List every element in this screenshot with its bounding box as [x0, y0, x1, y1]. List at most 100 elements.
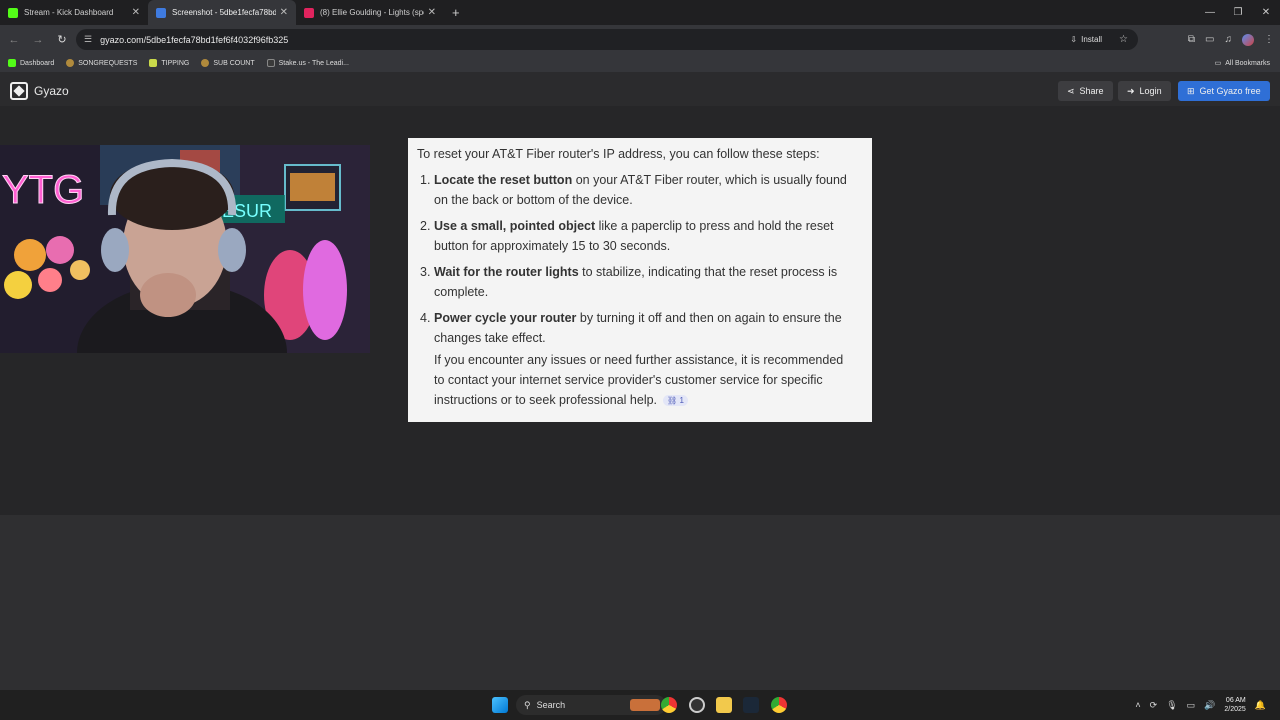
login-button[interactable]: ➜ Login: [1118, 81, 1171, 101]
microphone-icon[interactable]: 🎙: [1166, 700, 1177, 711]
windows-taskbar: ⚲ Search ˄ ⟳ 🎙 ▭ 🔊 06 AM 2/2025 🔔: [0, 690, 1280, 720]
get-gyazo-free-button[interactable]: ⊞ Get Gyazo free: [1178, 81, 1270, 101]
share-label: Share: [1079, 86, 1104, 96]
install-label: Install: [1081, 35, 1102, 44]
address-bar[interactable]: ☰ gyazo.com/5dbe1fecfa78bd1fef6f4032f96f…: [76, 29, 1138, 50]
steam-icon[interactable]: [743, 697, 759, 713]
back-icon[interactable]: ←: [2, 34, 26, 46]
chevron-up-icon[interactable]: ˄: [1135, 700, 1140, 710]
gyazo-header: Gyazo ⋖ Share ➜ Login ⊞ Get Gyazo free: [0, 76, 1280, 107]
site-info-icon[interactable]: ☰: [84, 34, 92, 45]
volume-icon[interactable]: 🔊: [1204, 700, 1215, 711]
forward-icon[interactable]: →: [26, 34, 50, 46]
display-icon[interactable]: ▭: [1187, 700, 1196, 711]
tab-title: Screenshot - 5dbe1fecfa78bd1f: [172, 8, 276, 17]
search-label: Search: [536, 700, 566, 710]
step-number: 4.: [420, 311, 431, 325]
browser-toolbar: ← → ↻ ☰ gyazo.com/5dbe1fecfa78bd1fef6f40…: [0, 25, 1280, 54]
page-below-area: [0, 515, 1280, 690]
reload-icon[interactable]: ↻: [50, 33, 74, 46]
all-bookmarks-label: All Bookmarks: [1225, 59, 1270, 67]
menu-icon[interactable]: ⋮: [1264, 34, 1274, 45]
link-icon: ⛓: [667, 396, 680, 406]
download-icon: ⊞: [1187, 85, 1195, 96]
kick-icon: [8, 59, 16, 67]
close-window-icon[interactable]: ✕: [1252, 0, 1280, 25]
extensions-icon[interactable]: ⧉: [1188, 34, 1195, 45]
gyazo-logo-icon: [10, 82, 28, 100]
intro-text: To reset your AT&T Fiber router's IP add…: [417, 147, 820, 161]
taskbar-clock[interactable]: 06 AM 2/2025: [1224, 696, 1245, 714]
taskbar-search[interactable]: ⚲ Search: [516, 695, 666, 715]
step-text: Wait for the router lights to stabilize,…: [434, 262, 864, 302]
screenshot-image: To reset your AT&T Fiber router's IP add…: [408, 138, 872, 422]
close-tab-icon[interactable]: ✕: [428, 7, 436, 18]
close-tab-icon[interactable]: ✕: [280, 7, 288, 18]
notification-icon[interactable]: 🔔: [1255, 700, 1266, 711]
tab-gyazo-screenshot[interactable]: Screenshot - 5dbe1fecfa78bd1f ✕: [148, 0, 296, 25]
webcam-scene: YTG EESUR: [0, 145, 370, 353]
gyazo-favicon-icon: [156, 7, 166, 18]
login-label: Login: [1139, 86, 1162, 96]
search-icon: ⚲: [524, 699, 531, 710]
profile-avatar[interactable]: [1242, 33, 1254, 46]
gyazo-logo[interactable]: Gyazo: [10, 82, 69, 100]
step-heading: Wait for the router lights: [434, 265, 579, 279]
bookmark-label: Dashboard: [20, 59, 55, 67]
chrome-profile-icon[interactable]: [771, 697, 787, 713]
step-number: 1.: [420, 173, 431, 187]
share-button[interactable]: ⋖ Share: [1058, 81, 1113, 101]
step-text: Power cycle your router by turning it of…: [434, 308, 864, 348]
media-controls-icon[interactable]: ♫: [1225, 34, 1233, 45]
install-button[interactable]: ⇩ Install: [1070, 35, 1102, 44]
network-sync-icon[interactable]: ⟳: [1150, 700, 1158, 711]
citation-number: 1: [679, 396, 684, 406]
tab-kick-dashboard[interactable]: Stream - Kick Dashboard ✕: [0, 0, 148, 25]
side-panel-icon[interactable]: ▭: [1205, 34, 1214, 45]
get-gyazo-label: Get Gyazo free: [1199, 86, 1261, 96]
bookmark-stake[interactable]: Stake.us - The Leadi...: [266, 59, 349, 67]
all-bookmarks-button[interactable]: ▭ All Bookmarks: [1215, 59, 1270, 68]
bookmark-sub-count[interactable]: SUB COUNT: [201, 59, 255, 67]
file-explorer-icon[interactable]: [716, 697, 732, 713]
step-text: Locate the reset button on your AT&T Fib…: [434, 170, 864, 210]
tab-strip: Stream - Kick Dashboard ✕ Screenshot - 5…: [0, 0, 1280, 25]
install-icon: ⇩: [1070, 35, 1078, 44]
windows-start-icon[interactable]: [492, 697, 508, 713]
url-text: gyazo.com/5dbe1fecfa78bd1fef6f4032f96fb3…: [100, 34, 289, 45]
citation-badge: ⛓ 1: [663, 395, 688, 407]
login-icon: ➜: [1127, 85, 1135, 96]
bookmark-songrequests[interactable]: SONGREQUESTS: [66, 59, 137, 67]
tab-title: (8) Ellie Goulding - Lights (spee: [320, 8, 424, 17]
obs-icon[interactable]: [689, 697, 705, 713]
clock-time: 06 AM: [1225, 697, 1246, 704]
bookmark-label: SUB COUNT: [213, 59, 255, 67]
window-controls: — ❐ ✕: [1196, 0, 1280, 25]
minimize-icon[interactable]: —: [1196, 0, 1224, 25]
clock-date: 2/2025: [1224, 706, 1246, 713]
restore-icon[interactable]: ❐: [1224, 0, 1252, 25]
share-icon: ⋖: [1067, 85, 1075, 96]
tab-youtube[interactable]: (8) Ellie Goulding - Lights (spee ✕: [296, 0, 444, 25]
bookmark-label: Stake.us - The Leadi...: [278, 59, 349, 67]
new-tab-button[interactable]: +: [452, 0, 460, 25]
step-heading: Use a small, pointed object: [434, 219, 596, 233]
bookmark-star-icon[interactable]: ☆: [1119, 34, 1128, 45]
bookmark-favicon-icon: [149, 59, 158, 67]
bookmark-favicon-icon: [201, 59, 210, 67]
search-highlight-icon: [630, 699, 660, 711]
tab-title: Stream - Kick Dashboard: [24, 8, 114, 17]
step-text: Use a small, pointed object like a paper…: [434, 216, 864, 256]
gyazo-brand-name: Gyazo: [34, 84, 69, 98]
stake-icon: [266, 59, 275, 67]
bookmarks-bar: Dashboard SONGREQUESTS TIPPING SUB COUNT…: [0, 54, 1280, 72]
bookmark-dashboard[interactable]: Dashboard: [8, 59, 54, 67]
bookmark-tipping[interactable]: TIPPING: [149, 59, 189, 67]
close-tab-icon[interactable]: ✕: [132, 7, 140, 18]
closing-text: If you encounter any issues or need furt…: [434, 353, 844, 407]
system-tray: ˄ ⟳ 🎙 ▭ 🔊 06 AM 2/2025 🔔: [1135, 690, 1266, 720]
chrome-icon[interactable]: [661, 697, 677, 713]
bookmark-label: TIPPING: [161, 59, 190, 67]
kick-favicon-icon: [8, 7, 18, 18]
closing-paragraph: If you encounter any issues or need furt…: [434, 350, 854, 410]
